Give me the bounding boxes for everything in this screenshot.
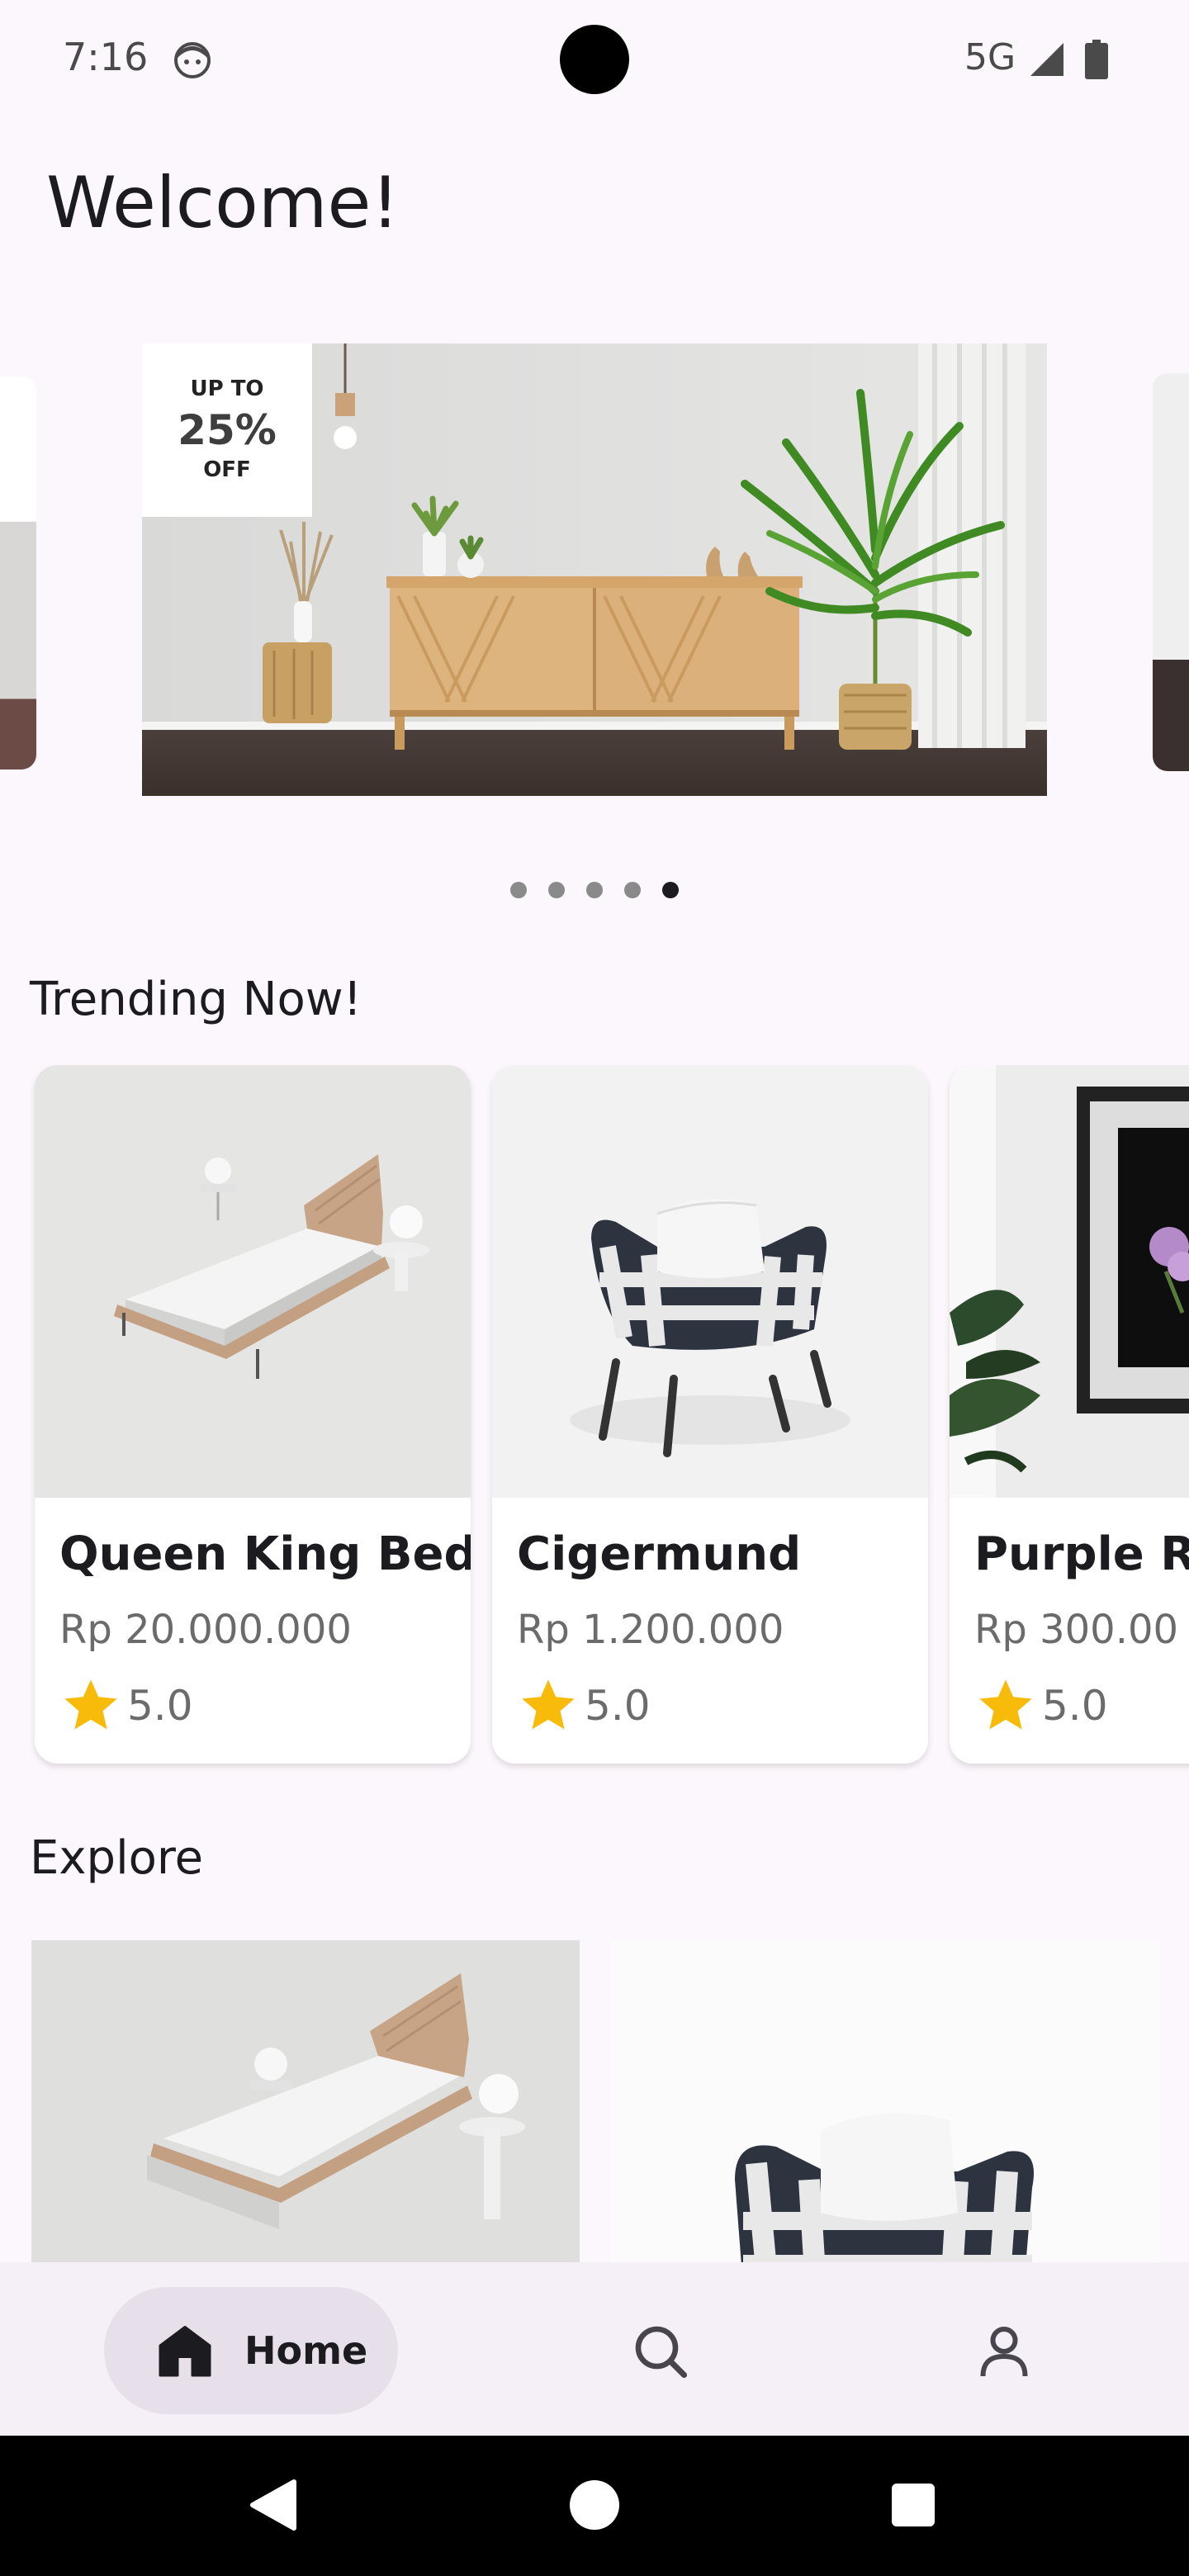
signal-icon (1030, 43, 1063, 76)
carousel-dot[interactable] (548, 882, 565, 898)
back-icon[interactable] (248, 2479, 301, 2531)
explore-item-image[interactable] (611, 1940, 1159, 2262)
promo-carousel[interactable]: UP TO 25% OFF (0, 343, 1189, 806)
trending-title: Trending Now! (30, 973, 362, 1026)
product-rating: 5.0 (59, 1674, 193, 1737)
product-price: Rp 20.000.000 (59, 1607, 352, 1653)
discount-badge: UP TO 25% OFF (142, 343, 312, 517)
explore-item-image[interactable] (31, 1940, 580, 2262)
product-image (950, 1065, 1189, 1498)
product-price: Rp 1.200.000 (517, 1607, 784, 1653)
product-image (35, 1065, 471, 1498)
rating-value: 5.0 (127, 1682, 193, 1730)
product-card[interactable]: Cigermund Rp 1.200.000 5.0 (492, 1065, 928, 1764)
status-time: 7:16 (63, 35, 149, 79)
product-name: Purple Ro (974, 1527, 1189, 1581)
previous-banner[interactable] (0, 376, 36, 769)
notification-face-icon (174, 42, 211, 78)
battery-icon (1085, 40, 1108, 79)
product-rating: 5.0 (517, 1674, 651, 1737)
carousel-dot[interactable] (624, 882, 641, 898)
system-navigation-bar (0, 2436, 1189, 2576)
badge-percent: 25% (178, 406, 277, 454)
explore-grid[interactable] (0, 1940, 1189, 2262)
status-bar: 7:16 5G (0, 0, 1189, 122)
star-icon (522, 1679, 575, 1730)
recents-icon[interactable] (892, 2484, 935, 2526)
product-card[interactable]: Queen King Bed Rp 20.000.000 5.0 (35, 1065, 471, 1764)
nav-home-label: Home (244, 2328, 368, 2373)
page-title: Welcome! (46, 162, 400, 244)
next-banner[interactable] (1153, 373, 1189, 771)
product-price: Rp 300.00 (974, 1607, 1179, 1653)
home-button-icon[interactable] (570, 2480, 619, 2530)
rating-value: 5.0 (1042, 1682, 1108, 1730)
trending-list[interactable]: Queen King Bed Rp 20.000.000 5.0 Cigermu… (0, 1065, 1189, 1775)
product-rating: 5.0 (974, 1674, 1108, 1737)
camera-cutout (560, 25, 629, 94)
rating-value: 5.0 (585, 1682, 651, 1730)
star-icon (64, 1679, 117, 1730)
bottom-navigation: Home (0, 2262, 1189, 2436)
carousel-dot[interactable] (586, 882, 603, 898)
star-icon (979, 1679, 1032, 1730)
product-image (492, 1065, 928, 1498)
search-icon[interactable] (631, 2322, 690, 2381)
carousel-indicator (510, 882, 679, 898)
product-card[interactable]: Purple Ro Rp 300.00 5.0 (950, 1065, 1189, 1764)
nav-home-button[interactable]: Home (104, 2287, 398, 2414)
network-type: 5G (964, 36, 1016, 78)
product-name: Queen King Bed (59, 1527, 471, 1581)
explore-title: Explore (30, 1831, 204, 1885)
profile-icon[interactable] (974, 2322, 1034, 2381)
carousel-dot[interactable] (510, 882, 527, 898)
product-name: Cigermund (517, 1527, 802, 1581)
badge-up-to: UP TO (190, 376, 264, 401)
carousel-dot[interactable] (662, 882, 679, 898)
badge-off: OFF (203, 457, 251, 482)
home-icon (159, 2326, 211, 2377)
